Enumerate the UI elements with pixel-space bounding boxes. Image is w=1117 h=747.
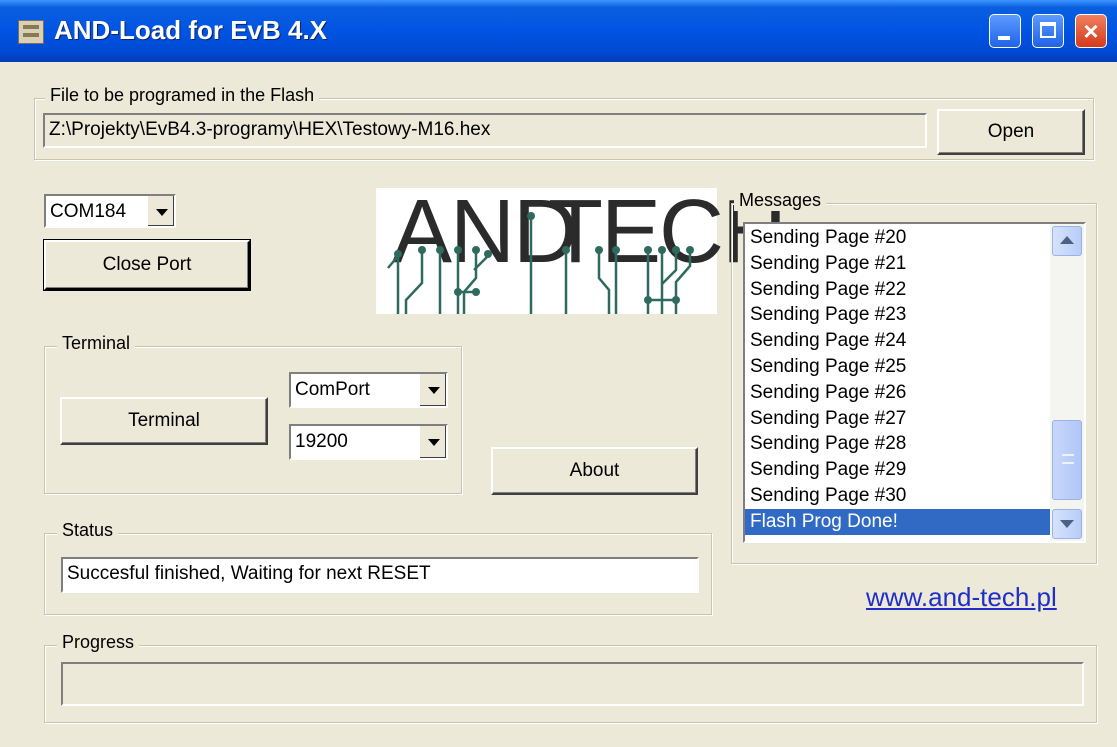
terminal-group-legend: Terminal (57, 333, 136, 354)
maximize-icon (1040, 22, 1056, 38)
baud-rate-value: 19200 (295, 431, 348, 452)
list-item[interactable]: Sending Page #26 (745, 380, 1050, 406)
progress-bar (61, 662, 1084, 706)
messages-list[interactable]: Sending Page #20 Sending Page #21 Sending … (743, 222, 1086, 543)
close-port-button[interactable]: Close Port (44, 240, 250, 290)
list-item[interactable]: Sending Page #21 (745, 251, 1050, 277)
website-link[interactable]: www.and-tech.pl (866, 582, 1057, 613)
terminal-button[interactable]: Terminal (60, 397, 268, 445)
grip-icon (1062, 454, 1074, 464)
title-bar[interactable]: AND-Load for EvB 4.X × (0, 0, 1117, 62)
window-title: AND-Load for EvB 4.X (54, 15, 328, 45)
scroll-up-icon[interactable] (1052, 226, 1082, 256)
maximize-button[interactable] (1032, 14, 1064, 48)
minimize-button[interactable] (989, 14, 1021, 48)
chevron-down-icon[interactable] (146, 196, 174, 226)
baud-rate-select[interactable]: 19200 (289, 424, 448, 460)
close-button[interactable]: × (1075, 14, 1107, 48)
list-item[interactable]: Sending Page #27 (745, 406, 1050, 432)
close-icon: × (1083, 16, 1099, 46)
terminal-source-select[interactable]: ComPort (289, 372, 448, 408)
list-item[interactable]: Flash Prog Done! (745, 508, 1050, 535)
progress-group-legend: Progress (57, 632, 140, 653)
messages-scrollbar[interactable] (1050, 224, 1084, 541)
circuit-traces-graphic (387, 212, 694, 314)
list-item[interactable]: Sending Page #24 (745, 328, 1050, 354)
list-item[interactable]: Sending Page #20 (745, 225, 1050, 251)
com-port-value: COM184 (50, 201, 127, 222)
list-item[interactable]: Sending Page #30 (745, 483, 1050, 509)
file-path-field[interactable]: Z:\Projekty\EvB4.3-programy\HEX\Testowy-… (43, 113, 927, 148)
chevron-down-icon[interactable] (418, 426, 446, 458)
and-tech-logo: AND TECH (376, 182, 787, 314)
app-window: AND-Load for EvB 4.X × File to be progra… (0, 0, 1117, 747)
chevron-down-icon[interactable] (418, 374, 446, 406)
list-item[interactable]: Sending Page #23 (745, 302, 1050, 328)
terminal-source-value: ComPort (295, 379, 370, 400)
list-item[interactable]: Sending Page #28 (745, 431, 1050, 457)
status-field[interactable]: Succesful finished, Waiting for next RES… (61, 557, 699, 593)
list-item[interactable]: Sending Page #22 (745, 277, 1050, 303)
scroll-thumb[interactable] (1052, 420, 1082, 500)
list-item[interactable]: Sending Page #25 (745, 354, 1050, 380)
status-group-legend: Status (57, 520, 119, 541)
file-group-legend: File to be programed in the Flash (45, 85, 320, 106)
app-icon[interactable] (18, 20, 44, 44)
open-button[interactable]: Open (937, 109, 1085, 155)
com-port-select[interactable]: COM184 (44, 194, 176, 228)
messages-group-legend: Messages (734, 190, 827, 211)
about-button[interactable]: About (491, 447, 698, 495)
scroll-down-icon[interactable] (1052, 509, 1082, 539)
list-item[interactable]: Sending Page #29 (745, 457, 1050, 483)
minimize-icon (998, 36, 1010, 40)
